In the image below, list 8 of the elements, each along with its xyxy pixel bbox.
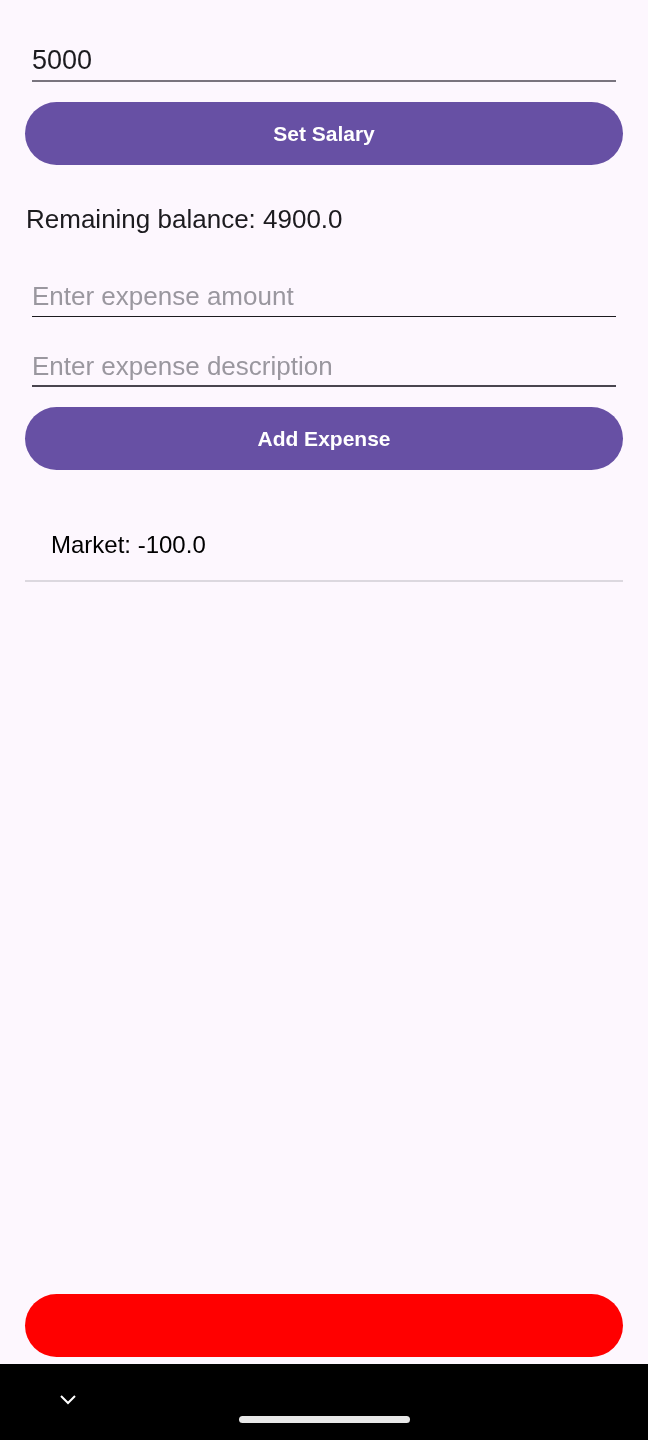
add-expense-button[interactable]: Add Expense [25,407,623,470]
expense-description-field[interactable]: Enter expense description [32,347,616,387]
chevron-down-icon[interactable] [60,1394,76,1406]
expense-amount-field[interactable]: Enter expense amount [32,277,616,317]
set-salary-button[interactable]: Set Salary [25,102,623,165]
expense-item: Market: -100.0 [51,530,206,560]
salary-field[interactable]: 5000 [32,40,616,82]
remaining-balance: Remaining balance: 4900.0 [25,203,344,236]
